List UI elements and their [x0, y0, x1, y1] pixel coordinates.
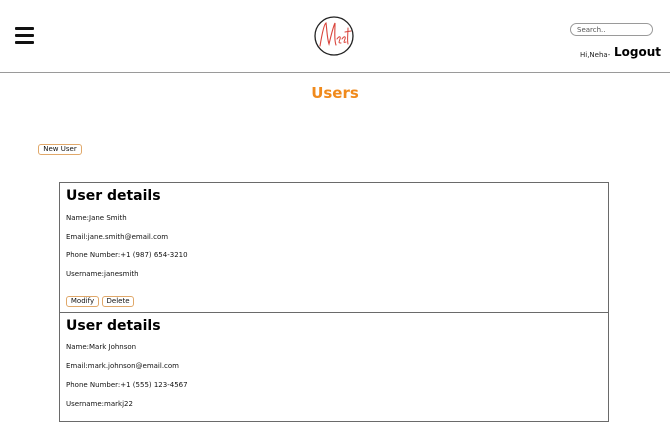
- username-value: janesmith: [104, 270, 139, 278]
- email-label: Email:: [66, 233, 88, 241]
- new-user-button[interactable]: New User: [38, 144, 82, 155]
- user-phone-field: Phone Number:+1 (987) 654-3210: [66, 251, 188, 259]
- user-details-card: User details Name:Jane Smith Email:jane.…: [59, 182, 609, 313]
- top-header: Hi,Neha- Logout: [0, 0, 670, 73]
- card-title: User details: [66, 188, 161, 204]
- name-label: Name:: [66, 343, 90, 351]
- user-details-card: User details Name:Mark Johnson Email:mar…: [59, 312, 609, 422]
- phone-value: +1 (555) 123-4567: [120, 381, 188, 389]
- email-label: Email:: [66, 362, 88, 370]
- username-label: Username:: [66, 270, 105, 278]
- meet-logo[interactable]: [312, 14, 356, 58]
- phone-value: +1 (987) 654-3210: [120, 251, 188, 259]
- logout-link[interactable]: Logout: [614, 45, 661, 59]
- card-title: User details: [66, 318, 161, 334]
- search-input[interactable]: [570, 23, 653, 36]
- phone-label: Phone Number:: [66, 381, 121, 389]
- phone-label: Phone Number:: [66, 251, 121, 259]
- user-phone-field: Phone Number:+1 (555) 123-4567: [66, 381, 188, 389]
- user-email-field: Email:mark.johnson@email.com: [66, 362, 179, 370]
- username-value: markj22: [104, 400, 133, 408]
- email-value: jane.smith@email.com: [87, 233, 169, 241]
- modify-button[interactable]: Modify: [66, 296, 99, 307]
- user-username-field: Username:janesmith: [66, 270, 139, 278]
- hamburger-menu-icon[interactable]: [15, 27, 34, 44]
- user-greeting: Hi,Neha-: [580, 51, 611, 59]
- email-value: mark.johnson@email.com: [87, 362, 179, 370]
- user-name-field: Name:Jane Smith: [66, 214, 127, 222]
- page-title: Users: [311, 84, 359, 102]
- username-label: Username:: [66, 400, 105, 408]
- name-value: Jane Smith: [89, 214, 127, 222]
- name-label: Name:: [66, 214, 90, 222]
- delete-button[interactable]: Delete: [102, 296, 134, 307]
- user-username-field: Username:markj22: [66, 400, 133, 408]
- user-email-field: Email:jane.smith@email.com: [66, 233, 168, 241]
- name-value: Mark Johnson: [89, 343, 137, 351]
- user-name-field: Name:Mark Johnson: [66, 343, 136, 351]
